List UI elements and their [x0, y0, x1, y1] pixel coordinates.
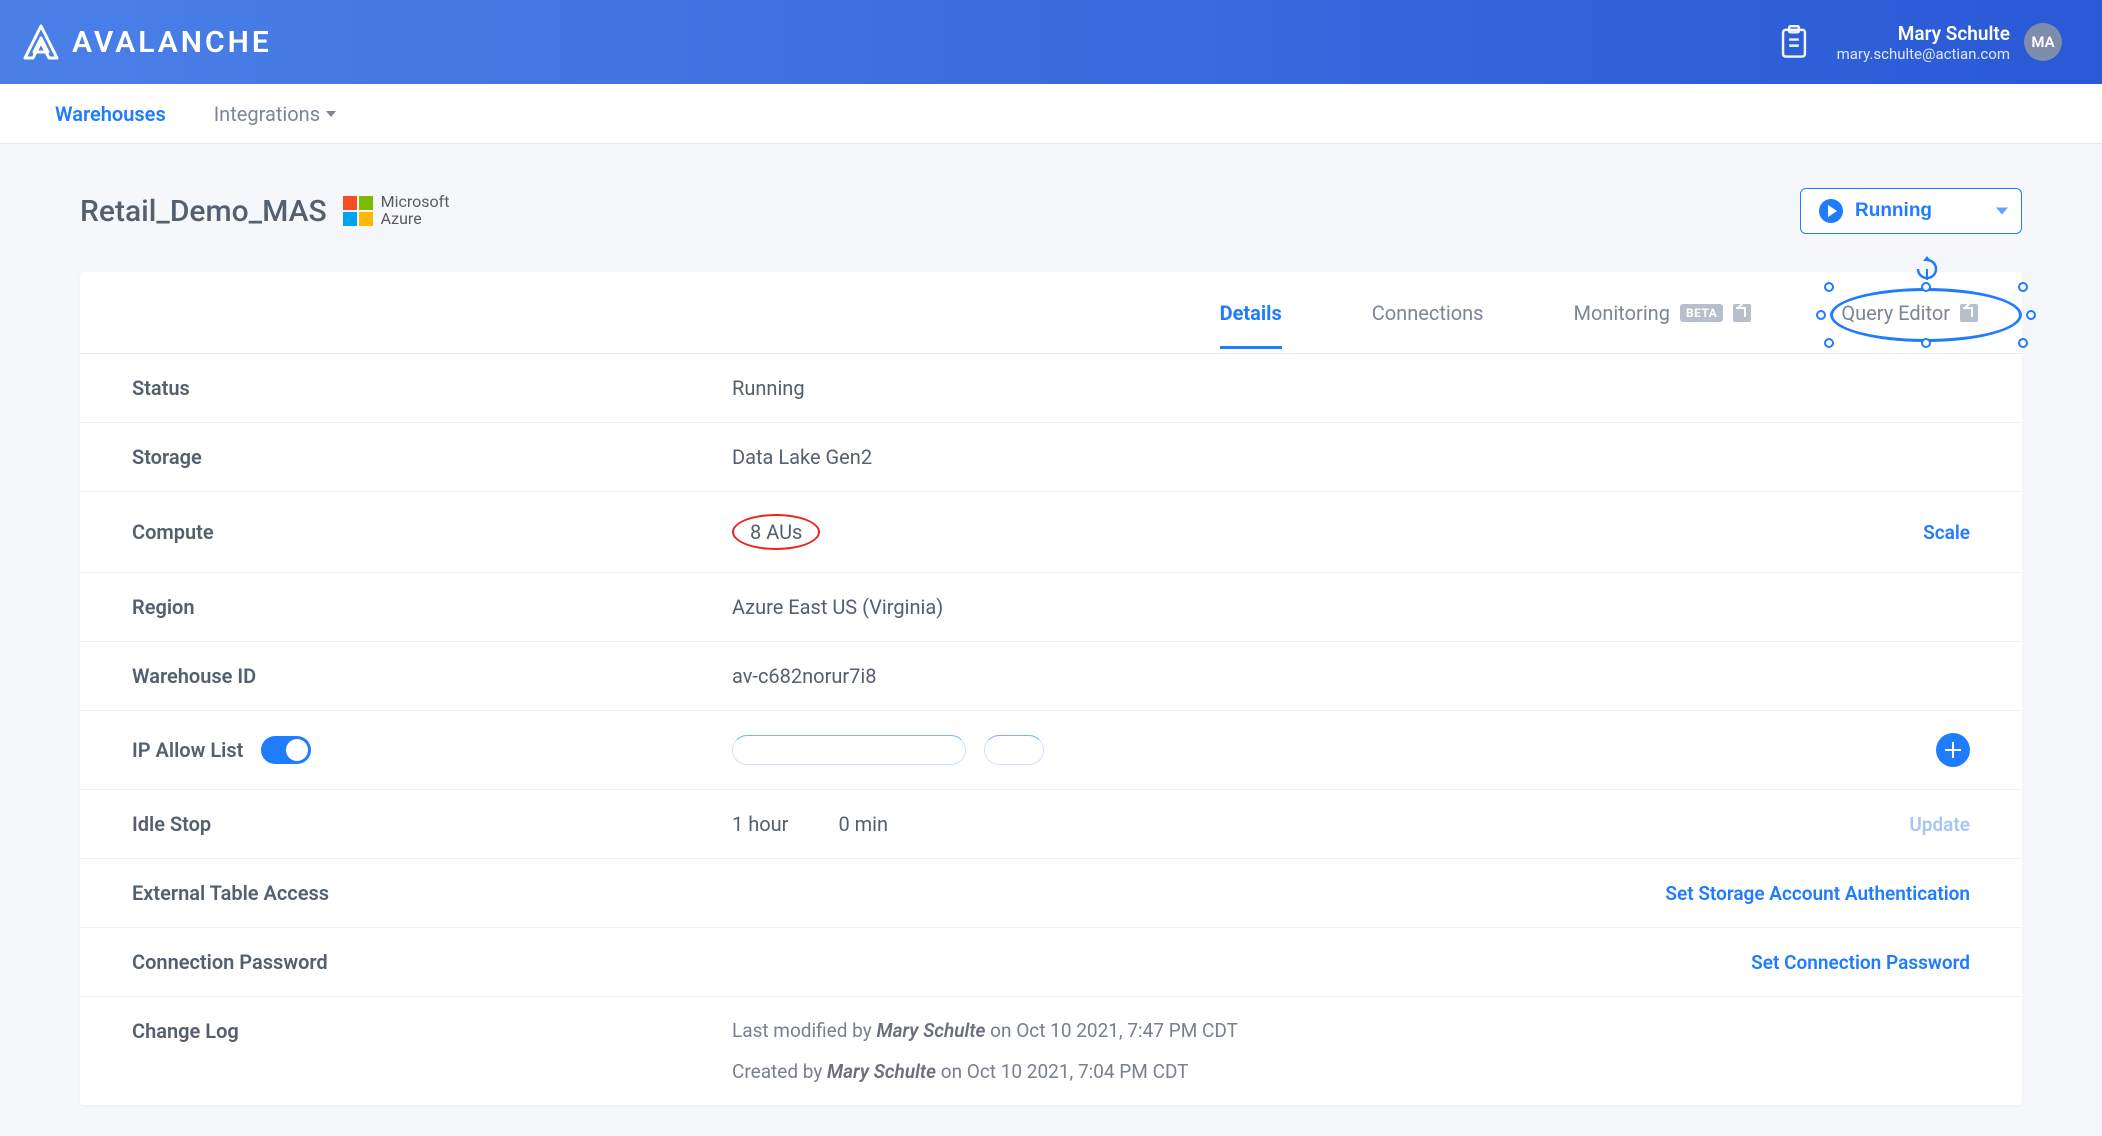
- label-connection-password: Connection Password: [132, 950, 732, 974]
- changelog-modified: Last modified by Mary Schulte on Oct 10 …: [732, 1019, 1970, 1042]
- tab-connections[interactable]: Connections: [1372, 301, 1484, 325]
- changelog-created-suffix: on Oct 10 2021, 7:04 PM CDT: [936, 1060, 1189, 1083]
- external-link-icon: [1960, 304, 1978, 322]
- ip-allow-toggle[interactable]: [261, 736, 311, 764]
- cloud-vendor-logo: Microsoft Azure: [343, 194, 450, 228]
- brand-logo[interactable]: AVALANCHE: [20, 21, 272, 63]
- row-external-table: External Table Access Set Storage Accoun…: [80, 859, 2022, 928]
- changelog-modified-prefix: Last modified by: [732, 1019, 876, 1042]
- row-storage: Storage Data Lake Gen2: [80, 423, 2022, 492]
- row-warehouse-id: Warehouse ID av-c682norur7i8: [80, 642, 2022, 711]
- avalanche-icon: [20, 21, 62, 63]
- row-compute: Compute 8 AUs Scale: [80, 492, 2022, 573]
- changelog-created-prefix: Created by: [732, 1060, 827, 1083]
- row-changelog: Change Log Last modified by Mary Schulte…: [80, 997, 2022, 1105]
- value-status: Running: [732, 376, 1970, 400]
- set-connection-password-button[interactable]: Set Connection Password: [1751, 951, 1970, 974]
- tab-details[interactable]: Details: [1220, 301, 1282, 325]
- tabs-row: Details Connections Monitoring BETA Quer…: [80, 272, 2022, 354]
- value-idle-min: 0 min: [838, 812, 888, 836]
- label-idle-stop: Idle Stop: [132, 812, 732, 836]
- details-card: Details Connections Monitoring BETA Quer…: [80, 272, 2022, 1105]
- status-dropdown-label: Running: [1855, 200, 1932, 222]
- cloud-vendor-line2: Azure: [381, 211, 450, 228]
- value-storage: Data Lake Gen2: [732, 445, 1970, 469]
- clipboard-icon[interactable]: [1779, 25, 1809, 59]
- status-dropdown[interactable]: Running: [1800, 188, 2022, 234]
- value-region: Azure East US (Virginia): [732, 595, 1970, 619]
- user-menu[interactable]: Mary Schulte mary.schulte@actian.com MA: [1837, 22, 2062, 63]
- value-compute-text: 8 AUs: [750, 520, 802, 544]
- nav-warehouses[interactable]: Warehouses: [55, 102, 166, 126]
- update-button[interactable]: Update: [1909, 813, 1970, 836]
- row-connection-password: Connection Password Set Connection Passw…: [80, 928, 2022, 997]
- ip-chip[interactable]: [984, 735, 1044, 765]
- value-compute: 8 AUs: [732, 514, 1923, 550]
- avatar: MA: [2024, 23, 2062, 61]
- tab-query-editor[interactable]: Query Editor: [1841, 301, 1978, 325]
- app-header: AVALANCHE Mary Schulte mary.schulte@acti…: [0, 0, 2102, 84]
- main-nav: Warehouses Integrations: [0, 84, 2102, 144]
- row-status: Status Running: [80, 354, 2022, 423]
- set-storage-auth-button[interactable]: Set Storage Account Authentication: [1665, 882, 1970, 905]
- external-link-icon: [1733, 304, 1751, 322]
- value-warehouse-id: av-c682norur7i8: [732, 664, 1970, 688]
- label-changelog: Change Log: [132, 1019, 732, 1043]
- warehouse-title: Retail_Demo_MAS: [80, 194, 327, 229]
- scale-button[interactable]: Scale: [1923, 521, 1970, 544]
- tab-monitoring-label: Monitoring: [1574, 301, 1670, 325]
- value-idle-hour: 1 hour: [732, 812, 788, 836]
- label-ip-allow: IP Allow List: [132, 736, 732, 764]
- changelog-modified-suffix: on Oct 10 2021, 7:47 PM CDT: [985, 1019, 1238, 1042]
- beta-badge: BETA: [1680, 304, 1723, 322]
- changelog-modified-by: Mary Schulte: [876, 1019, 985, 1042]
- label-compute: Compute: [132, 520, 732, 544]
- nav-integrations-label: Integrations: [214, 102, 320, 126]
- label-status: Status: [132, 376, 732, 400]
- play-icon: [1819, 199, 1843, 223]
- add-ip-button[interactable]: [1936, 733, 1970, 767]
- label-region: Region: [132, 595, 732, 619]
- annotation-circle: 8 AUs: [732, 514, 820, 550]
- label-external-table: External Table Access: [132, 881, 732, 905]
- nav-integrations[interactable]: Integrations: [214, 102, 336, 126]
- changelog-created-by: Mary Schulte: [827, 1060, 936, 1083]
- row-region: Region Azure East US (Virginia): [80, 573, 2022, 642]
- label-ip-allow-text: IP Allow List: [132, 738, 243, 762]
- row-ip-allow: IP Allow List: [80, 711, 2022, 790]
- user-email: mary.schulte@actian.com: [1837, 45, 2010, 63]
- tab-query-editor-label: Query Editor: [1841, 301, 1950, 325]
- brand-name: AVALANCHE: [72, 25, 272, 60]
- chevron-down-icon: [326, 111, 336, 117]
- tab-monitoring[interactable]: Monitoring BETA: [1574, 301, 1752, 325]
- rotate-handle-icon: [1914, 256, 1940, 282]
- user-name: Mary Schulte: [1837, 22, 2010, 45]
- row-idle-stop: Idle Stop 1 hour 0 min Update: [80, 790, 2022, 859]
- ip-chip[interactable]: [732, 735, 966, 765]
- chevron-down-icon: [1996, 208, 2008, 215]
- microsoft-icon: [343, 196, 373, 226]
- value-ip-allow: [732, 735, 1936, 765]
- label-warehouse-id: Warehouse ID: [132, 664, 732, 688]
- changelog-created: Created by Mary Schulte on Oct 10 2021, …: [732, 1060, 1970, 1083]
- label-storage: Storage: [132, 445, 732, 469]
